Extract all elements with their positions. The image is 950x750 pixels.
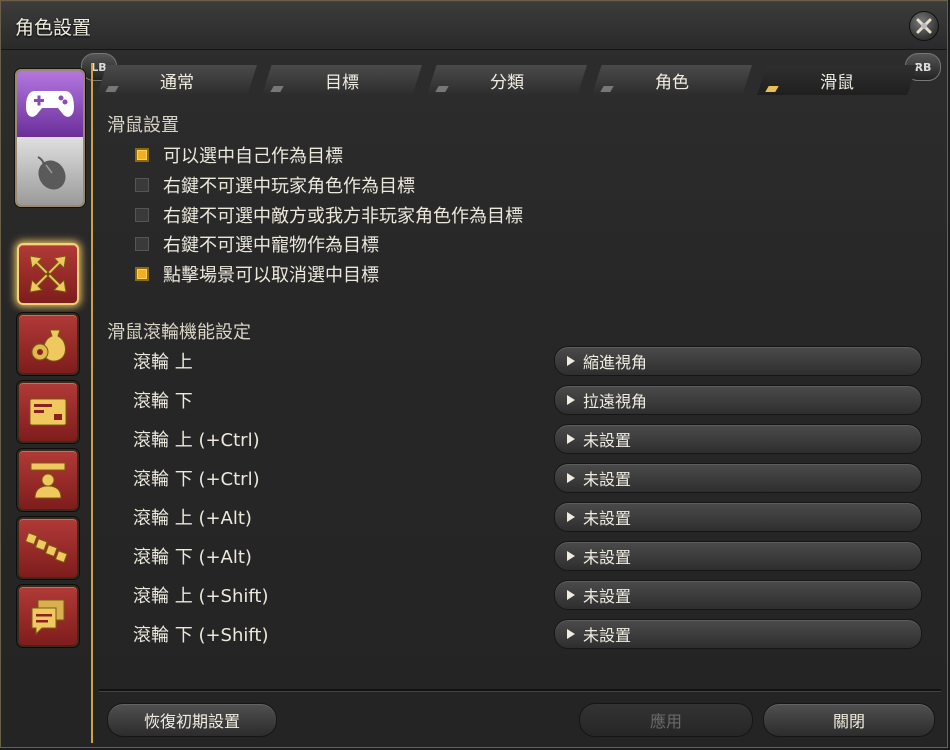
tab-label: 通常 [160, 72, 194, 93]
target-arrows-icon [29, 255, 67, 293]
wheel-row-label: 滾輪 下 (+Alt) [133, 547, 252, 568]
select-value: 縮進視角 [583, 353, 648, 372]
option-self-target[interactable]: 可以選中自己作為目標 [135, 143, 343, 167]
card-icon [29, 398, 67, 426]
tab-mouse[interactable]: 滑鼠 [757, 65, 917, 95]
apply-button[interactable]: 應用 [579, 703, 753, 737]
select-value: 未設置 [583, 431, 632, 450]
wheel-row-label: 滾輪 上 [133, 352, 193, 373]
play-arrow-icon [567, 434, 575, 444]
close-icon [916, 18, 932, 34]
tab-marker [105, 86, 119, 92]
option-click-deselect[interactable]: 點擊場景可以取消選中目標 [135, 262, 379, 286]
checkbox[interactable] [135, 178, 149, 192]
tab-marker [270, 86, 284, 92]
wheel-up-alt-select[interactable]: 未設置 [554, 502, 922, 532]
gamepad-mode-button[interactable] [17, 71, 83, 137]
tab-marker [435, 86, 449, 92]
tab-label: 角色 [655, 72, 689, 93]
category-sidebar [7, 63, 93, 743]
wheel-row-label: 滾輪 下 [133, 391, 193, 412]
tab-normal[interactable]: 通常 [97, 65, 257, 95]
select-value: 拉遠視角 [583, 392, 648, 411]
category-items-button[interactable] [17, 313, 79, 375]
character-icon [30, 462, 66, 499]
wheel-row-label: 滾輪 下 (+Shift) [133, 625, 269, 646]
wheel-row-label: 滾輪 下 (+Ctrl) [133, 469, 260, 490]
chain-icon [25, 532, 68, 564]
bag-gear-icon [31, 329, 66, 362]
chat-icon [31, 599, 65, 636]
category-character-button[interactable] [17, 449, 79, 511]
option-no-rightclick-pet[interactable]: 右鍵不可選中寵物作為目標 [135, 232, 379, 256]
play-arrow-icon [567, 551, 575, 561]
play-arrow-icon [567, 356, 575, 366]
tab-category[interactable]: 分類 [427, 65, 587, 95]
mouse-mode-button[interactable] [17, 137, 83, 205]
category-target-button[interactable] [17, 243, 79, 305]
tab-marker [600, 86, 614, 92]
reset-defaults-button[interactable]: 恢復初期設置 [107, 703, 277, 737]
checkbox[interactable] [135, 148, 149, 162]
title-bar: 角色設置 [1, 1, 947, 50]
wheel-up-ctrl-select[interactable]: 未設置 [554, 424, 922, 454]
tab-marker [765, 86, 779, 92]
category-card-button[interactable] [17, 381, 79, 443]
category-chat-button[interactable] [17, 585, 79, 647]
option-no-rightclick-npc[interactable]: 右鍵不可選中敵方或我方非玩家角色作為目標 [135, 203, 523, 227]
wheel-row-label: 滾輪 上 (+Ctrl) [133, 430, 260, 451]
wheel-settings-heading: 滑鼠滾輪機能設定 [107, 322, 251, 343]
close-window-button[interactable] [909, 11, 939, 41]
select-value: 未設置 [583, 548, 632, 567]
checkbox[interactable] [135, 267, 149, 281]
wheel-down-ctrl-select[interactable]: 未設置 [554, 463, 922, 493]
tab-character[interactable]: 角色 [592, 65, 752, 95]
footer-divider [99, 689, 941, 691]
tab-bar: 通常 目標 分類 角色 滑鼠 [97, 65, 927, 97]
wheel-down-shift-select[interactable]: 未設置 [554, 619, 922, 649]
mouse-settings-heading: 滑鼠設置 [107, 115, 179, 136]
wheel-up-select[interactable]: 縮進視角 [554, 346, 922, 376]
wheel-row-label: 滾輪 上 (+Shift) [133, 586, 269, 607]
option-label: 右鍵不可選中敵方或我方非玩家角色作為目標 [163, 206, 523, 227]
play-arrow-icon [567, 512, 575, 522]
input-mode-toggle[interactable] [15, 69, 85, 207]
play-arrow-icon [567, 473, 575, 483]
gamepad-icon [26, 91, 74, 117]
checkbox[interactable] [135, 237, 149, 251]
select-value: 未設置 [583, 509, 632, 528]
character-settings-window: 角色設置 LB RB 通常 目標 分類 角色 滑鼠 滑鼠設置 可以選中自己作為目… [0, 0, 948, 748]
checkbox[interactable] [135, 208, 149, 222]
mouse-icon [37, 156, 66, 190]
wheel-row-label: 滾輪 上 (+Alt) [133, 508, 252, 529]
play-arrow-icon [567, 590, 575, 600]
close-button[interactable]: 關閉 [763, 703, 935, 737]
window-title: 角色設置 [15, 17, 92, 39]
tab-label: 分類 [490, 72, 524, 93]
tab-label: 滑鼠 [820, 72, 854, 93]
option-label: 右鍵不可選中寵物作為目標 [163, 235, 379, 256]
wheel-down-alt-select[interactable]: 未設置 [554, 541, 922, 571]
play-arrow-icon [567, 629, 575, 639]
option-label: 右鍵不可選中玩家角色作為目標 [163, 176, 415, 197]
play-arrow-icon [567, 395, 575, 405]
option-label: 點擊場景可以取消選中目標 [163, 265, 379, 286]
select-value: 未設置 [583, 470, 632, 489]
wheel-up-shift-select[interactable]: 未設置 [554, 580, 922, 610]
tab-label: 目標 [325, 72, 359, 93]
wheel-down-select[interactable]: 拉遠視角 [554, 385, 922, 415]
category-chain-button[interactable] [17, 517, 79, 579]
select-value: 未設置 [583, 587, 632, 606]
option-no-rightclick-player[interactable]: 右鍵不可選中玩家角色作為目標 [135, 173, 415, 197]
option-label: 可以選中自己作為目標 [163, 146, 343, 167]
tab-target[interactable]: 目標 [262, 65, 422, 95]
select-value: 未設置 [583, 626, 632, 645]
